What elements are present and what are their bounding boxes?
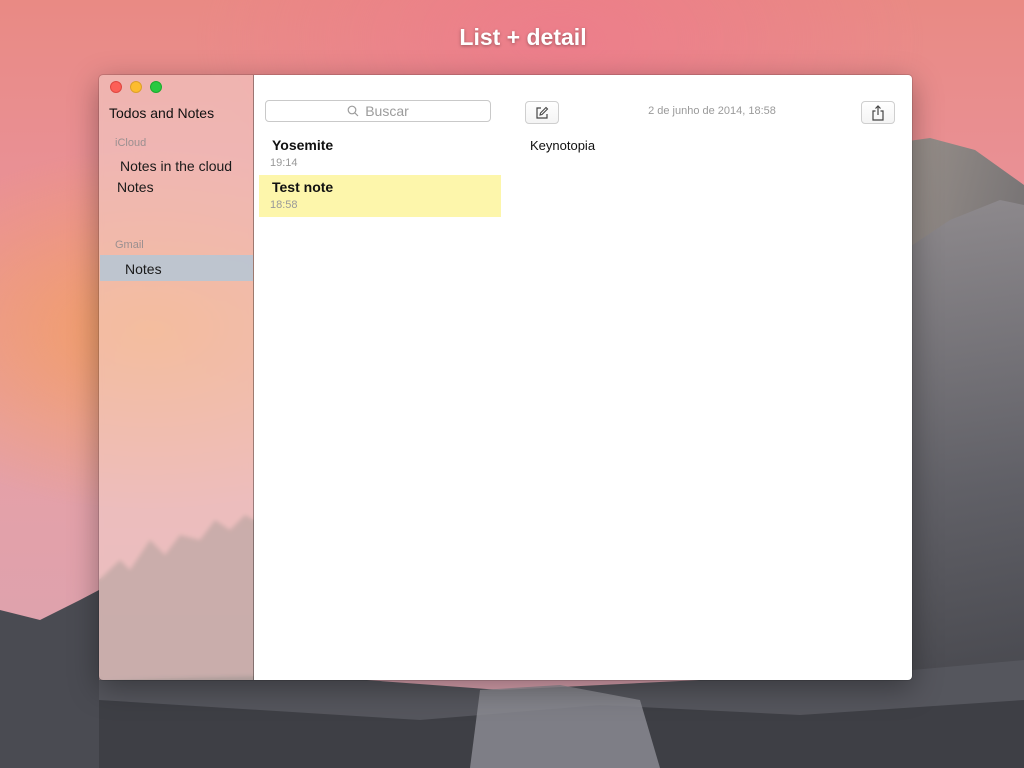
sidebar: Todos and Notes iCloud Notes in the clou… (99, 75, 254, 680)
sidebar-item-icloud-notes[interactable]: Notes (117, 179, 154, 195)
search-icon (347, 105, 359, 117)
notes-list-pane: Buscar Yosemite 19:14 Test note 18:58 (254, 75, 512, 680)
notes-window: Todos and Notes iCloud Notes in the clou… (99, 75, 912, 680)
search-field[interactable]: Buscar (265, 100, 491, 122)
search-placeholder: Buscar (365, 103, 409, 119)
sidebar-item-notes-in-the-cloud[interactable]: Notes in the cloud (120, 158, 232, 174)
share-icon (872, 104, 884, 121)
note-time: 19:14 (270, 157, 298, 169)
note-row-selected[interactable]: Test note 18:58 (259, 175, 501, 217)
close-button[interactable] (110, 81, 122, 93)
note-date: 2 de junho de 2014, 18:58 (648, 105, 776, 117)
note-title: Yosemite (272, 137, 334, 153)
note-time: 18:58 (270, 199, 298, 211)
note-detail-pane: 2 de junho de 2014, 18:58 Keynotopia (512, 75, 912, 680)
note-row[interactable]: Yosemite 19:14 (259, 133, 501, 175)
note-body[interactable]: Keynotopia (530, 138, 595, 153)
section-label-gmail: Gmail (115, 239, 144, 251)
sidebar-item-gmail-notes[interactable]: Notes (100, 255, 253, 281)
slide-title: List + detail (459, 24, 587, 50)
share-button[interactable] (861, 101, 895, 124)
sidebar-item-label: Notes (125, 261, 162, 277)
zoom-button[interactable] (150, 81, 162, 93)
note-title: Test note (272, 179, 334, 195)
minimize-button[interactable] (130, 81, 142, 93)
section-label-icloud: iCloud (115, 137, 147, 149)
sidebar-title: Todos and Notes (109, 105, 215, 121)
